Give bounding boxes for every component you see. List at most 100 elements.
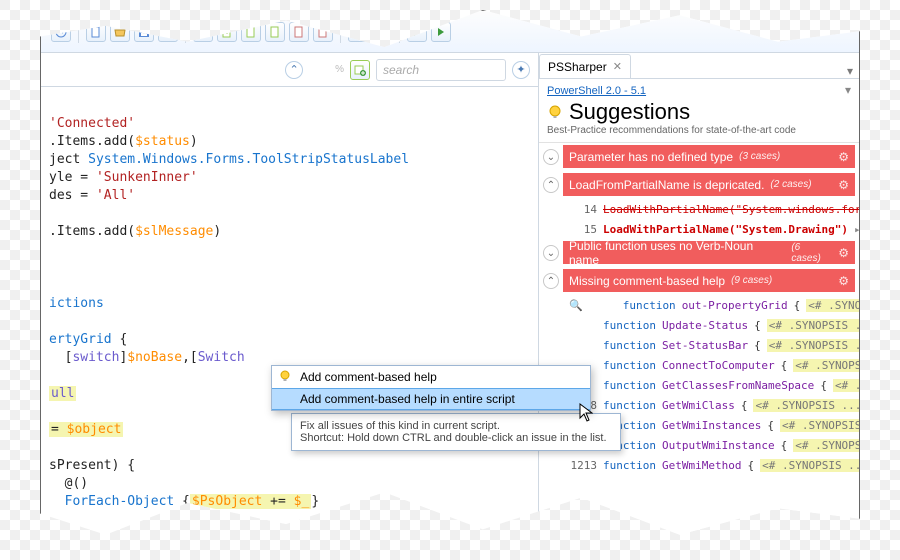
toolbar-saveall-icon[interactable] [158,22,178,42]
panel-tabbar: PSSharper ✕ ▾ [539,53,859,79]
editor-pane: ⌃ % search ✦ 'Connected' .Items.add($sta… [41,53,539,539]
ctx-item-label: Add comment-based help in entire script [300,392,515,406]
group-count: (6 cases) [791,242,832,264]
issue-funcname: GetWmiClass [662,399,735,412]
toolbar-doc3-icon[interactable] [241,22,261,42]
toolbar-run-icon[interactable] [407,22,427,42]
ctx-item-label: Add comment-based help [300,370,437,384]
issue-synopsis: <# .SYNOPSIS ... # [793,439,859,452]
issue-row[interactable]: 🔍function out-PropertyGrid{<# .SYNOPSIS … [539,295,859,315]
issue-row[interactable]: 15 LoadWithPartialName("System.Drawing")… [539,219,859,239]
chevron-up-icon[interactable]: ⌃ [543,273,559,289]
toolbar-doc6-icon[interactable] [313,22,333,42]
toolbar-recent-icon[interactable] [51,22,71,42]
issue-lineno: 14 [569,203,597,216]
lightbulb-icon [547,104,563,120]
editor-toolbar: ⌃ % search ✦ [41,53,538,87]
pin-icon[interactable]: ▾ [841,64,859,78]
gear-icon[interactable]: ⚙ [838,150,849,164]
chevron-down-icon[interactable]: ⌄ [543,149,559,165]
toolbar-doc5-icon[interactable] [289,22,309,42]
toolbar-save-icon[interactable] [134,22,154,42]
group-header[interactable]: Missing comment-based help (9 cases) ⚙ [563,269,855,293]
ctx-add-help[interactable]: Add comment-based help [272,366,590,388]
issue-row[interactable]: 1213function GetWmiMethod{<# .SYNOPSIS .… [539,455,859,475]
group-title: Parameter has no defined type [569,150,733,164]
issue-funcname: GetClassesFromNameSpace [662,379,814,392]
issue-synopsis: <# .SYNOPS [833,379,859,392]
issue-keyword: function [623,299,676,312]
search-input[interactable]: search [376,59,506,81]
window: ⌃ % search ✦ 'Connected' .Items.add($sta… [40,10,860,540]
chevron-down-icon[interactable]: ⌄ [543,245,559,261]
issue-funcname: Update-Status [662,319,748,332]
issue-synopsis: <# .SYNOPSIS ... #> [793,359,859,372]
main-toolbar [41,11,859,53]
chevron-up-icon[interactable]: ⌃ [543,177,559,193]
issue-row[interactable]: function Set-StatusBar{<# .SYNOPSIS ... … [539,335,859,355]
suggestions-subtitle: Best-Practice recommendations for state-… [539,125,859,143]
issue-keyword: function [603,319,656,332]
issue-funcname: GetWmiMethod [662,459,741,472]
chevron-down-icon[interactable]: ▾ [845,83,851,97]
toolbar-sep [78,21,79,43]
group-count: (3 cases) [739,151,780,162]
toolbar-new-icon[interactable] [86,22,106,42]
group-header[interactable]: Public function uses no Verb-Noun name (… [563,241,855,265]
magnifier-icon: 🔍 [569,299,583,312]
percent-icon: % [335,64,344,75]
issue-text: LoadWithPartialName("System.Drawing") [603,223,848,236]
group-header[interactable]: Parameter has no defined type (3 cases) … [563,145,855,169]
toolbar-sep [185,21,186,43]
issue-keyword: function [603,359,656,372]
issue-funcname: GetWmiInstances [662,419,761,432]
panel-subhead: PowerShell 2.0 - 5.1 ▾ [539,79,859,99]
issue-funcname: OutputWmiInstance [662,439,775,452]
issue-keyword: function [603,379,656,392]
gear-icon[interactable]: ⚙ [838,246,849,260]
group-row: ⌃ LoadFromPartialName is depricated. (2 … [539,171,859,199]
issue-keyword: function [603,339,656,352]
mouse-cursor-icon [579,403,593,423]
toolbar-doc2-icon[interactable] [217,22,237,42]
group-count: (2 cases) [770,179,811,190]
code-editor[interactable]: 'Connected' .Items.add($status) ject Sys… [41,87,538,539]
issue-synopsis: <# .SYNOPSIS ... #> [780,419,859,432]
gear-icon[interactable]: ⚙ [838,274,849,288]
suggestion-groups: ⌄ Parameter has no defined type (3 cases… [539,143,859,539]
tab-label: PSSharper [548,60,607,74]
toolbar-open-icon[interactable] [110,22,130,42]
group-header[interactable]: LoadFromPartialName is depricated. (2 ca… [563,173,855,197]
toolbar-doc8-icon[interactable] [372,22,392,42]
issue-lineno: 15 [569,223,597,236]
gear-icon[interactable]: ⚙ [838,178,849,192]
toolbar-play-icon[interactable] [431,22,451,42]
group-title: Public function uses no Verb-Noun name [569,239,785,267]
group-row: ⌄ Parameter has no defined type (3 cases… [539,143,859,171]
tooltip-line1: Fix all issues of this kind in current s… [300,420,612,432]
ps-version-link[interactable]: PowerShell 2.0 - 5.1 [547,85,646,97]
group-row: ⌃ Missing comment-based help (9 cases) ⚙ [539,267,859,295]
main-split: ⌃ % search ✦ 'Connected' .Items.add($sta… [41,53,859,539]
toolbar-doc7-icon[interactable] [348,22,368,42]
toolbar-sep [399,21,400,43]
expand-icon[interactable]: ✦ [512,61,530,79]
toolbar-doc1-icon[interactable] [193,22,213,42]
issue-row[interactable]: function Update-Status{<# .SYNOPSIS ... … [539,315,859,335]
issue-synopsis: <# .SYNOPSIS ... #> [753,399,859,412]
tab-pssharper[interactable]: PSSharper ✕ [539,54,631,78]
issue-keyword: function [603,459,656,472]
pssharper-panel: PSSharper ✕ ▾ PowerShell 2.0 - 5.1 ▾ Sug… [539,53,859,539]
context-menu: Add comment-based help Add comment-based… [271,365,591,411]
issue-keyword: function [603,399,656,412]
toolbar-sep [340,21,341,43]
issue-synopsis: <# .SYNOPSIS ... #> [767,339,859,352]
issue-row[interactable]: 14 LoadWithPartialName("System.windows.f… [539,199,859,219]
toolbar-doc4-icon[interactable] [265,22,285,42]
ctx-add-help-entire[interactable]: Add comment-based help in entire script [272,388,590,410]
chevron-up-icon[interactable]: ⌃ [285,61,303,79]
suggestions-header: Suggestions [539,99,859,125]
group-title: Missing comment-based help [569,274,725,288]
close-icon[interactable]: ✕ [613,60,622,73]
add-snippet-icon[interactable] [350,60,370,80]
